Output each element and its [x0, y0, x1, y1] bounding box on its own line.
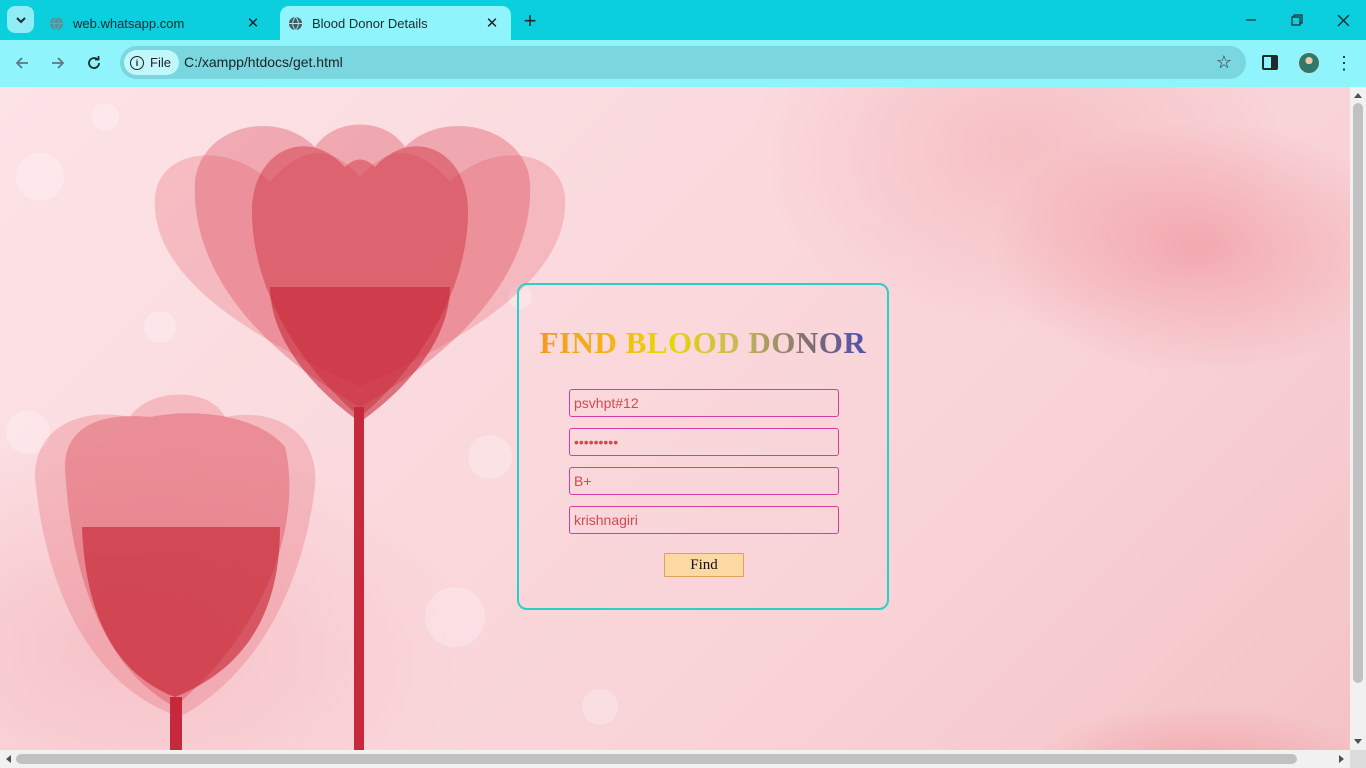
tab-whatsapp[interactable]: web.whatsapp.com ✕ [40, 6, 272, 40]
avatar[interactable] [1298, 52, 1320, 74]
info-icon: i [130, 55, 144, 70]
reload-icon [88, 56, 100, 69]
arrow-right-icon [52, 57, 65, 69]
side-panel-icon[interactable] [1262, 55, 1278, 70]
site-info-label: File [150, 55, 171, 70]
scroll-down-icon[interactable] [1354, 739, 1362, 744]
blood-group-input[interactable] [569, 467, 839, 495]
scroll-left-icon[interactable] [6, 755, 11, 763]
scrollbar-thumb[interactable] [1353, 103, 1363, 683]
username-input[interactable] [569, 389, 839, 417]
scrollbar-thumb[interactable] [16, 754, 1297, 764]
reload-button[interactable] [79, 48, 109, 78]
globe-icon [49, 16, 64, 31]
window-close-icon[interactable] [1320, 4, 1366, 36]
restore-icon[interactable] [1274, 4, 1320, 36]
tab-blood-donor-details[interactable]: Blood Donor Details ✕ [280, 6, 511, 40]
kebab-menu-icon[interactable]: ⋮ [1334, 52, 1354, 74]
scroll-right-icon[interactable] [1339, 755, 1344, 763]
scroll-up-icon[interactable] [1354, 93, 1362, 98]
tab-label: web.whatsapp.com [73, 15, 185, 31]
star-icon[interactable]: ☆ [1216, 52, 1232, 73]
chevron-down-icon [15, 16, 26, 23]
globe-icon [288, 16, 303, 31]
horizontal-scrollbar[interactable] [0, 750, 1350, 768]
back-button[interactable] [7, 48, 37, 78]
address-bar[interactable]: i File C:/xampp/htdocs/get.html ☆ [120, 46, 1246, 79]
site-info-chip[interactable]: i File [124, 50, 179, 75]
close-icon[interactable]: ✕ [244, 14, 262, 32]
location-input[interactable] [569, 506, 839, 534]
page-viewport: FIND BLOOD DONOR Find [0, 87, 1350, 750]
password-input[interactable] [569, 428, 839, 456]
tab-strip: web.whatsapp.com ✕ Blood Donor Details ✕… [0, 0, 1366, 40]
close-icon[interactable]: ✕ [483, 14, 501, 32]
scrollbar-corner [1350, 750, 1366, 768]
url-text[interactable]: C:/xampp/htdocs/get.html [184, 54, 343, 70]
forward-button[interactable] [43, 48, 73, 78]
find-button[interactable]: Find [664, 553, 744, 577]
vertical-scrollbar[interactable] [1350, 87, 1366, 750]
find-donor-form: FIND BLOOD DONOR Find [517, 283, 889, 610]
plus-icon[interactable]: + [518, 8, 542, 33]
browser-toolbar: i File C:/xampp/htdocs/get.html ☆ ⋮ [0, 40, 1366, 87]
tab-label: Blood Donor Details [312, 15, 428, 31]
tab-search-button[interactable] [7, 6, 34, 33]
arrow-left-icon [15, 57, 28, 69]
minimize-icon[interactable] [1228, 4, 1274, 36]
page-title: FIND BLOOD DONOR [519, 325, 887, 361]
